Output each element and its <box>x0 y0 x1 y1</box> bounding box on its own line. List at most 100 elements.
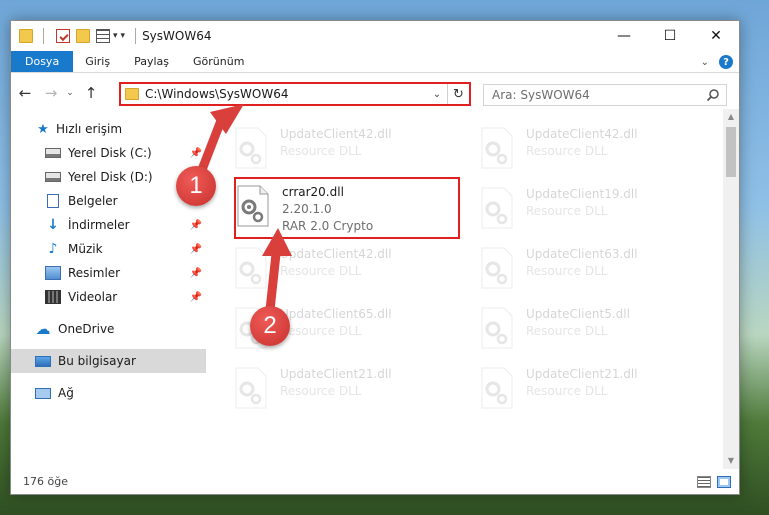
search-box[interactable]: Ara: SysWOW64 <box>483 84 727 106</box>
sidebar-item-pictures[interactable]: Resimler 📌 <box>11 261 206 285</box>
forward-button[interactable]: → <box>39 81 63 105</box>
pin-icon[interactable]: 📌 <box>190 268 202 279</box>
file-type: Resource DLL <box>280 384 362 398</box>
tab-share[interactable]: Paylaş <box>122 51 181 72</box>
file-item[interactable]: UpdateClient21.dll Resource DLL <box>480 361 700 419</box>
pin-icon[interactable]: 📌 <box>190 148 202 159</box>
toolbar-dropdown-icon[interactable]: ▾ <box>113 31 118 41</box>
tab-home[interactable]: Giriş <box>73 51 122 72</box>
sidebar-item-label: Resimler <box>68 266 121 280</box>
music-icon: ♪ <box>48 241 58 257</box>
file-item[interactable]: UpdateClient5.dll Resource DLL <box>480 301 700 359</box>
file-type: Resource DLL <box>526 324 608 338</box>
tab-view[interactable]: Görünüm <box>181 51 256 72</box>
file-item[interactable]: UpdateClient63.dll Resource DLL <box>480 241 700 299</box>
file-list: UpdateClient42.dll Resource DLL UpdateCl… <box>216 109 721 469</box>
sidebar-item-videos[interactable]: Videolar 📌 <box>11 285 206 309</box>
file-type: Resource DLL <box>526 384 608 398</box>
toolbar-separator <box>43 28 44 44</box>
file-type: Resource DLL <box>526 264 608 278</box>
sidebar-item-label: Ağ <box>58 386 74 400</box>
view-toggle <box>697 476 731 488</box>
sidebar-item-network[interactable]: Ağ <box>11 381 206 405</box>
navigation-pane: ★ Hızlı erişim Yerel Disk (C:) 📌 Yerel D… <box>11 117 206 467</box>
file-type: Resource DLL <box>280 324 362 338</box>
quick-access-toolbar: ▾ ▾ <box>19 28 142 44</box>
scroll-thumb[interactable] <box>726 127 736 177</box>
tab-file[interactable]: Dosya <box>11 51 74 72</box>
scroll-up-arrow-icon[interactable]: ▲ <box>723 109 739 125</box>
file-item-crrar20[interactable]: crrar20.dll 2.20.1.0 RAR 2.0 Crypto <box>234 177 460 239</box>
ribbon-tabs: Dosya Giriş Paylaş Görünüm ⌄ ? <box>11 51 739 73</box>
file-name: UpdateClient65.dll <box>280 307 392 321</box>
cloud-icon: ☁ <box>35 320 51 338</box>
file-name: UpdateClient19.dll <box>526 187 638 201</box>
sidebar-item-label: Yerel Disk (D:) <box>68 170 153 184</box>
file-item[interactable]: UpdateClient21.dll Resource DLL <box>234 361 454 419</box>
file-type: Resource DLL <box>280 144 362 158</box>
maximize-button[interactable]: ☐ <box>647 21 693 51</box>
recent-locations-button[interactable]: ⌄ <box>63 81 77 105</box>
star-icon: ★ <box>37 121 49 137</box>
folder-icon <box>19 29 33 43</box>
dll-file-icon <box>481 127 513 169</box>
large-icons-view-icon[interactable] <box>717 476 731 488</box>
search-input[interactable]: Ara: SysWOW64 <box>492 88 590 102</box>
dll-file-icon <box>235 127 267 169</box>
pictures-icon <box>45 266 61 280</box>
address-path[interactable]: C:\Windows\SysWOW64 <box>145 87 427 101</box>
file-name: UpdateClient21.dll <box>526 367 638 381</box>
new-folder-icon[interactable] <box>76 29 90 43</box>
dll-file-icon <box>235 247 267 289</box>
step-marker-2: 2 <box>250 306 290 346</box>
folder-icon <box>125 88 139 100</box>
minimize-button[interactable]: — <box>601 21 647 51</box>
vertical-scrollbar[interactable]: ▲ ▼ <box>723 109 739 469</box>
pin-icon[interactable]: 📌 <box>190 220 202 231</box>
pin-icon[interactable]: 📌 <box>190 292 202 303</box>
back-button[interactable]: ← <box>13 81 37 105</box>
customize-toolbar-icon[interactable] <box>96 29 110 43</box>
address-dropdown-icon[interactable]: ⌄ <box>427 89 447 100</box>
pin-icon[interactable]: 📌 <box>190 244 202 255</box>
navigation-bar: ← → ⌄ ↑ C:\Windows\SysWOW64 ⌄ ↻ Ara: Sys… <box>11 77 739 109</box>
sidebar-item-onedrive[interactable]: ☁ OneDrive <box>11 317 206 341</box>
explorer-window: ▾ ▾ SysWOW64 — ☐ ✕ Dosya Giriş Paylaş Gö… <box>10 20 740 495</box>
sidebar-item-downloads[interactable]: ↓ İndirmeler 📌 <box>11 213 206 237</box>
refresh-button[interactable]: ↻ <box>447 84 469 104</box>
sidebar-item-music[interactable]: ♪ Müzik 📌 <box>11 237 206 261</box>
expand-ribbon-icon[interactable]: ⌄ <box>701 57 709 68</box>
search-icon[interactable] <box>706 88 720 102</box>
address-bar[interactable]: C:\Windows\SysWOW64 ⌄ ↻ <box>119 82 471 106</box>
scroll-down-arrow-icon[interactable]: ▼ <box>723 453 739 469</box>
sidebar-item-quick-access[interactable]: ★ Hızlı erişim <box>11 117 206 141</box>
file-name: UpdateClient5.dll <box>526 307 630 321</box>
file-description: RAR 2.0 Crypto <box>282 219 374 233</box>
dll-file-icon <box>237 185 269 227</box>
sidebar-item-local-disk-c[interactable]: Yerel Disk (C:) 📌 <box>11 141 206 165</box>
file-item[interactable]: UpdateClient42.dll Resource DLL <box>234 121 454 179</box>
details-view-icon[interactable] <box>697 476 711 488</box>
file-type: Resource DLL <box>280 264 362 278</box>
file-item[interactable]: UpdateClient42.dll Resource DLL <box>234 241 454 299</box>
file-item[interactable]: UpdateClient42.dll Resource DLL <box>480 121 700 179</box>
close-button[interactable]: ✕ <box>693 21 739 51</box>
sidebar-item-label: Hızlı erişim <box>56 122 123 136</box>
sidebar-item-label: Belgeler <box>68 194 118 208</box>
help-icon[interactable]: ? <box>719 55 733 69</box>
up-button[interactable]: ↑ <box>79 81 103 105</box>
file-version: 2.20.1.0 <box>282 202 332 216</box>
toolbar-customize-arrow-icon[interactable]: ▾ <box>121 31 126 41</box>
sidebar-item-label: Yerel Disk (C:) <box>68 146 152 160</box>
drive-icon <box>45 148 61 158</box>
downloads-icon: ↓ <box>47 217 59 233</box>
toolbar-separator <box>135 28 137 44</box>
file-item[interactable]: UpdateClient19.dll Resource DLL <box>480 181 700 239</box>
properties-check-icon[interactable] <box>56 29 70 43</box>
sidebar-item-label: Bu bilgisayar <box>58 354 136 368</box>
file-name: UpdateClient21.dll <box>280 367 392 381</box>
step-marker-1: 1 <box>176 166 216 206</box>
sidebar-item-this-pc[interactable]: Bu bilgisayar <box>11 349 206 373</box>
sidebar-item-label: Müzik <box>68 242 103 256</box>
sidebar-item-label: Videolar <box>68 290 118 304</box>
